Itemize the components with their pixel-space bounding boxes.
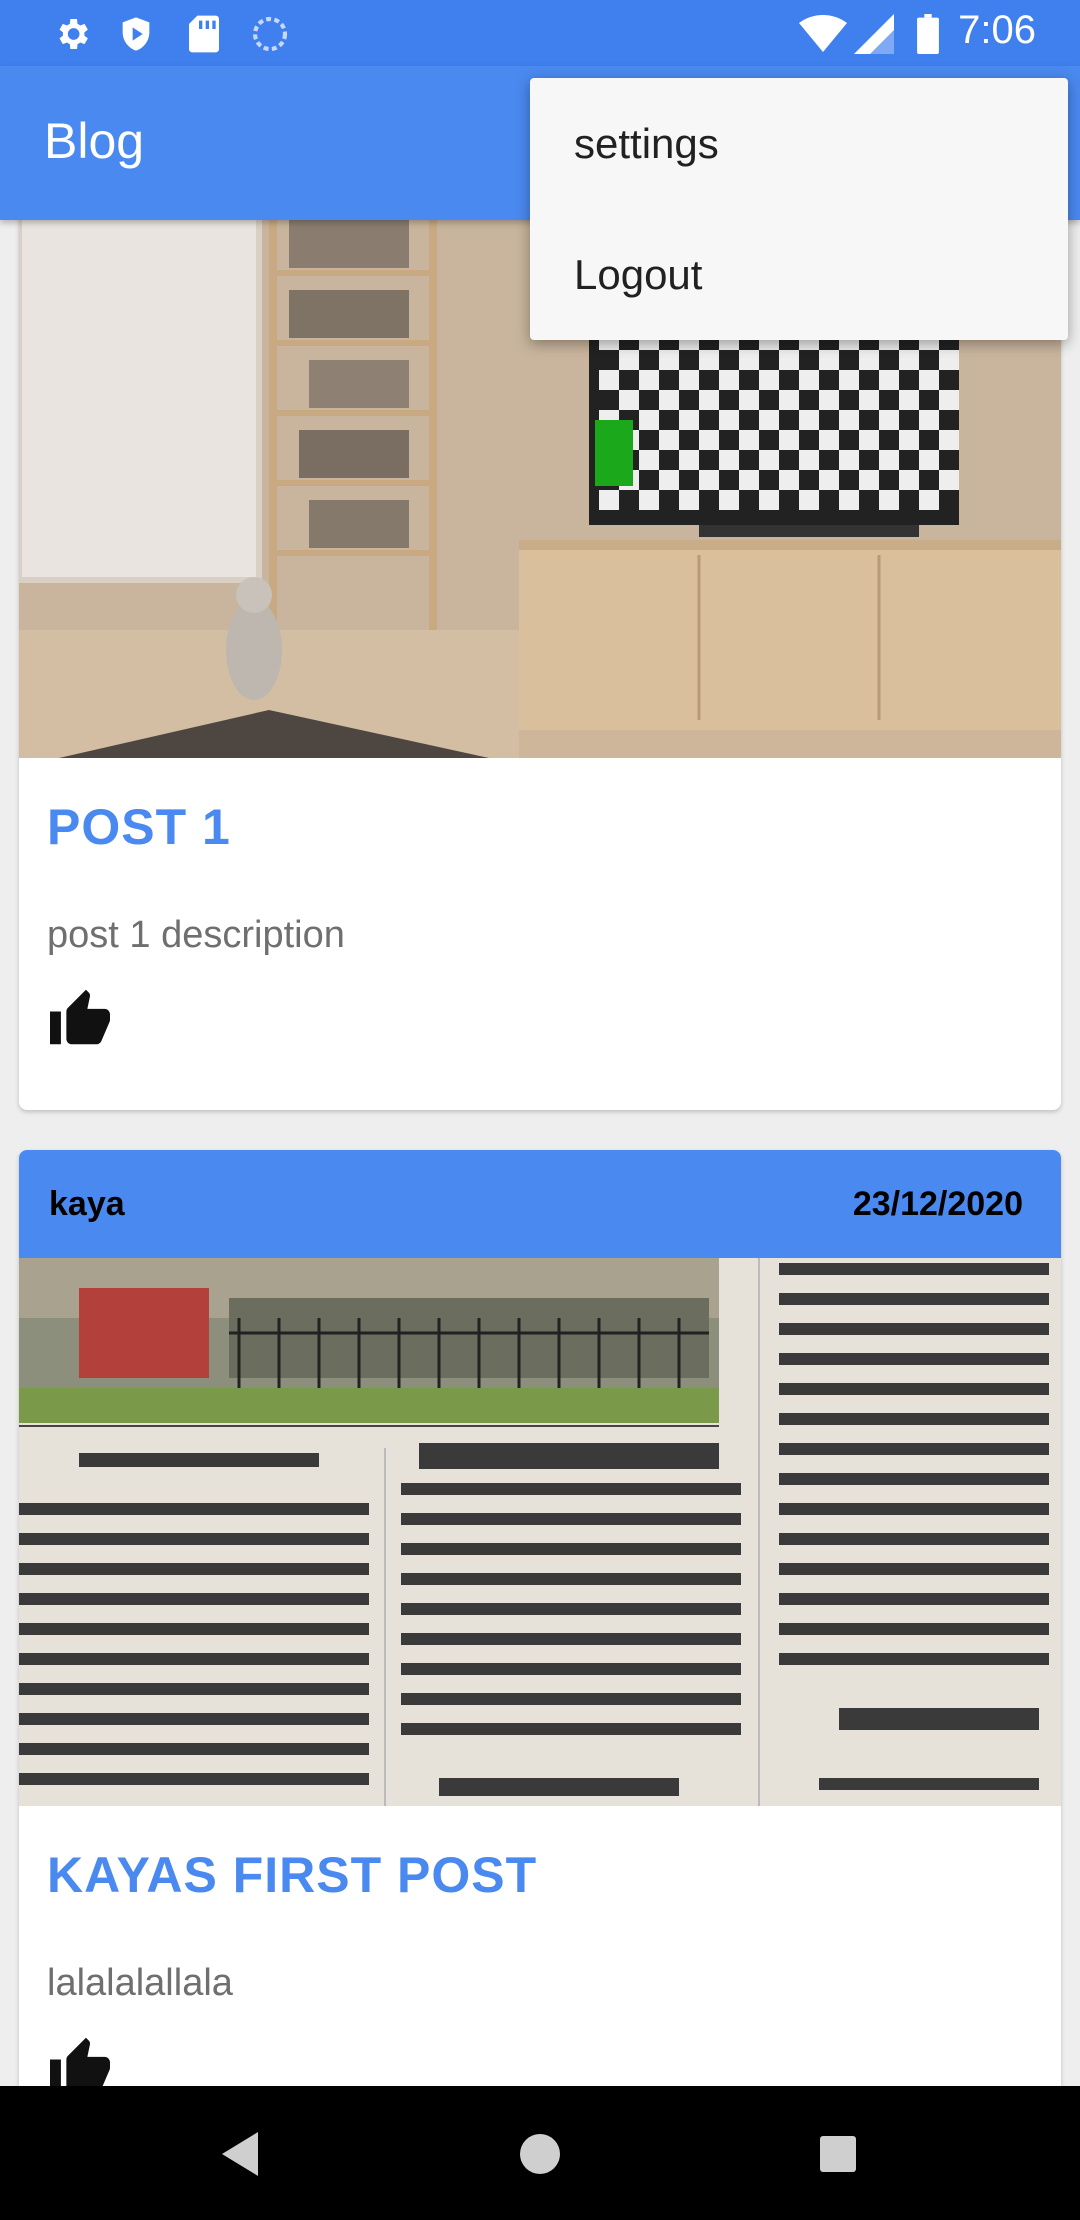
post-title: POST 1 — [47, 799, 231, 855]
post-card[interactable]: POST 1 post 1 description — [19, 220, 1061, 1110]
sd-card-icon — [182, 12, 226, 56]
post-card[interactable]: kaya 23/12/2020 KAYAS FIRST POST lalalal… — [19, 1150, 1061, 2086]
sync-circle-icon — [248, 12, 292, 56]
home-icon[interactable] — [510, 2124, 570, 2184]
clock-time: 7:06 — [958, 8, 1036, 52]
post-author: kaya — [49, 1184, 125, 1223]
wifi-icon — [798, 12, 848, 56]
signal-icon — [852, 12, 896, 56]
thumbs-up-icon[interactable] — [47, 987, 113, 1047]
status-bar: 7:06 — [0, 0, 1080, 66]
recents-icon[interactable] — [808, 2124, 868, 2184]
post-header: kaya 23/12/2020 — [19, 1150, 1061, 1258]
battery-icon — [906, 12, 950, 56]
overflow-menu: settings Logout — [530, 78, 1068, 340]
system-nav-bar — [0, 2086, 1080, 2220]
back-icon[interactable] — [212, 2124, 272, 2184]
gear-icon — [50, 12, 94, 56]
post-description: post 1 description — [47, 914, 345, 956]
app-title: Blog — [44, 113, 145, 169]
thumbs-up-icon[interactable] — [47, 2035, 113, 2086]
post-date: 23/12/2020 — [852, 1184, 1023, 1223]
post-image — [19, 1258, 1061, 1806]
shield-play-icon — [114, 12, 158, 56]
post-title: KAYAS FIRST POST — [47, 1847, 538, 1903]
menu-item-settings[interactable]: settings — [530, 78, 1068, 209]
menu-item-logout[interactable]: Logout — [530, 209, 1068, 340]
post-description: lalalalallala — [47, 1962, 233, 2004]
post-list[interactable]: POST 1 post 1 description kaya 23/12/202… — [0, 220, 1080, 2086]
